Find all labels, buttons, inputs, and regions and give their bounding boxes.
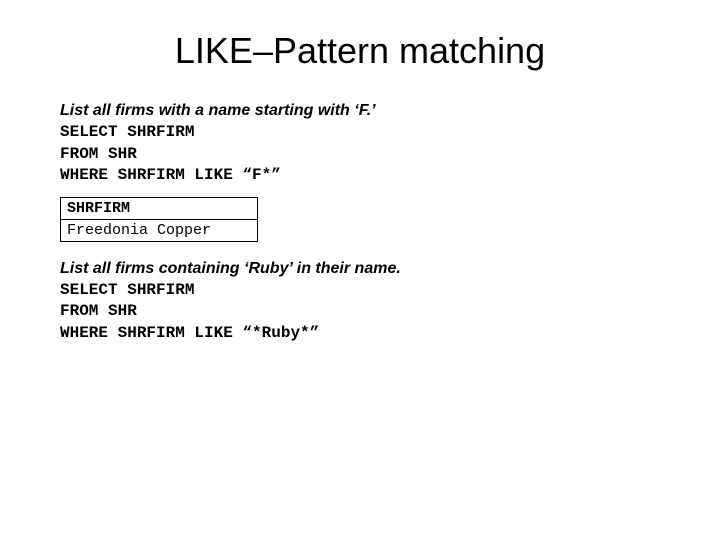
example-1-prompt: List all firms with a name starting with…: [60, 102, 660, 120]
slide: LIKE–Pattern matching List all firms wit…: [0, 0, 720, 375]
table-row: Freedonia Copper: [61, 219, 258, 241]
sql-line: WHERE SHRFIRM LIKE “*Ruby*”: [60, 324, 319, 342]
example-2: List all firms containing ‘Ruby’ in thei…: [60, 260, 660, 345]
sql-line: FROM SHR: [60, 145, 137, 163]
sql-line: SELECT SHRFIRM: [60, 281, 194, 299]
example-2-sql: SELECT SHRFIRM FROM SHR WHERE SHRFIRM LI…: [60, 280, 660, 345]
sql-line: SELECT SHRFIRM: [60, 123, 194, 141]
table-cell: Freedonia Copper: [61, 219, 258, 241]
example-1: List all firms with a name starting with…: [60, 102, 660, 187]
result-table: SHRFIRM Freedonia Copper: [60, 197, 258, 242]
sql-line: FROM SHR: [60, 302, 137, 320]
table-header-cell: SHRFIRM: [61, 197, 258, 219]
example-2-prompt: List all firms containing ‘Ruby’ in thei…: [60, 260, 660, 278]
example-1-sql: SELECT SHRFIRM FROM SHR WHERE SHRFIRM LI…: [60, 122, 660, 187]
sql-line: WHERE SHRFIRM LIKE “F*”: [60, 166, 281, 184]
table-row: SHRFIRM: [61, 197, 258, 219]
slide-title: LIKE–Pattern matching: [60, 30, 660, 72]
